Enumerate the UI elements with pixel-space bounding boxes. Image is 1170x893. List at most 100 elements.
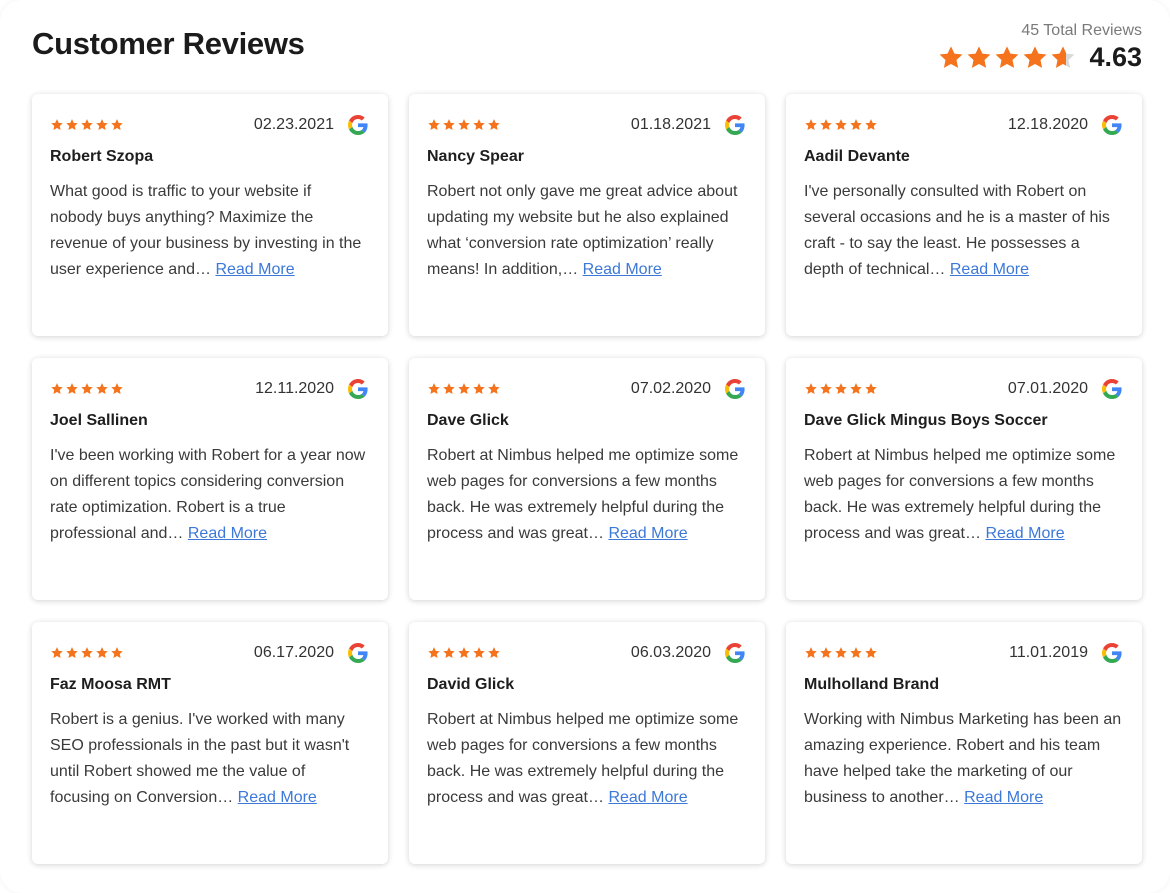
read-more-link[interactable]: Read More [985,525,1064,542]
star-icon [428,647,440,658]
review-card-header: 11.01.2019 [804,640,1122,666]
review-date: 06.17.2020 [253,644,334,661]
review-text: Robert at Nimbus helped me optimize some… [427,707,745,811]
star-icon [81,119,93,130]
star-icon [835,383,847,394]
review-text: I've personally consulted with Robert on… [804,179,1122,283]
google-icon [725,379,745,399]
google-icon [1102,115,1122,135]
star-icon [458,119,470,130]
reviewer-name: Joel Sallinen [50,412,148,429]
review-text-excerpt: Robert at Nimbus helped me optimize some… [804,447,1116,542]
star-icon [820,647,832,658]
star-icon [111,647,123,658]
review-date: 07.02.2020 [630,380,711,397]
read-more-link[interactable]: Read More [188,525,267,542]
read-more-link[interactable]: Read More [964,789,1043,806]
review-card: 11.01.2019 Mulholland Brand Working with… [786,622,1142,864]
star-icon [51,383,63,394]
review-stars [427,382,501,396]
star-icon [805,383,817,394]
google-icon [1102,643,1122,663]
star-icon [865,383,877,394]
read-more-link[interactable]: Read More [608,525,687,542]
review-card: 12.11.2020 Joel Sallinen I've been worki… [32,358,388,600]
star-partial-icon [1052,45,1075,68]
average-star-rating [937,44,1077,72]
review-text: I've been working with Robert for a year… [50,443,368,547]
review-text-excerpt: Working with Nimbus Marketing has been a… [804,711,1122,806]
read-more-link[interactable]: Read More [583,261,662,278]
star-icon [66,647,78,658]
read-more-link[interactable]: Read More [608,789,687,806]
star-icon [805,119,817,130]
star-icon [850,119,862,130]
google-icon [725,115,745,135]
reviewer-name: Nancy Spear [427,148,524,165]
reviews-widget: Customer Reviews 45 Total Reviews 4.63 0… [0,0,1170,893]
star-icon [51,647,63,658]
review-card: 12.18.2020 Aadil Devante I've personally… [786,94,1142,336]
google-icon [348,115,368,135]
review-text-excerpt: Robert at Nimbus helped me optimize some… [427,711,739,806]
star-icon [96,647,108,658]
review-card: 01.18.2021 Nancy Spear Robert not only g… [409,94,765,336]
review-stars [427,118,501,132]
star-icon [458,647,470,658]
read-more-link[interactable]: Read More [215,261,294,278]
star-icon [443,383,455,394]
review-date: 06.03.2020 [630,644,711,661]
reviewer-name: Robert Szopa [50,148,154,165]
star-icon [81,383,93,394]
reviewer-name: David Glick [427,676,515,693]
star-icon [820,119,832,130]
star-icon [473,647,485,658]
review-card-header: 07.01.2020 [804,376,1122,402]
star-icon [473,383,485,394]
star-icon [458,383,470,394]
review-text: Robert at Nimbus helped me optimize some… [427,443,745,547]
star-icon [850,647,862,658]
star-icon [428,383,440,394]
review-card: 07.01.2020 Dave Glick Mingus Boys Soccer… [786,358,1142,600]
review-text-excerpt: What good is traffic to your website if … [50,183,362,278]
average-rating-value: 4.63 [1089,42,1142,72]
review-date: 02.23.2021 [253,116,334,133]
review-card-header: 07.02.2020 [427,376,745,402]
star-icon [96,383,108,394]
read-more-link[interactable]: Read More [950,261,1029,278]
review-text-excerpt: Robert at Nimbus helped me optimize some… [427,447,739,542]
star-icon [805,647,817,658]
star-icon [835,647,847,658]
star-full-icon [940,45,963,68]
review-stars [804,118,878,132]
read-more-link[interactable]: Read More [238,789,317,806]
review-date: 01.18.2021 [630,116,711,133]
review-card: 07.02.2020 Dave Glick Robert at Nimbus h… [409,358,765,600]
star-icon [428,119,440,130]
star-full-icon [968,45,991,68]
star-icon [865,647,877,658]
star-icon [835,119,847,130]
average-rating-row: 4.63 [937,42,1142,73]
page-title: Customer Reviews [32,26,305,61]
star-icon [111,383,123,394]
reviewer-name: Faz Moosa RMT [50,676,171,693]
review-card: 06.17.2020 Faz Moosa RMT Robert is a gen… [32,622,388,864]
star-icon [865,119,877,130]
star-icon [96,119,108,130]
reviewer-name: Dave Glick [427,412,509,429]
review-text: Robert at Nimbus helped me optimize some… [804,443,1122,547]
star-full-icon [996,45,1019,68]
review-text: Working with Nimbus Marketing has been a… [804,707,1122,811]
review-card-header: 02.23.2021 [50,112,368,138]
review-date: 12.18.2020 [1007,116,1088,133]
star-icon [66,119,78,130]
reviewer-name: Dave Glick Mingus Boys Soccer [804,412,1048,429]
review-text: Robert not only gave me great advice abo… [427,179,745,283]
review-card-header: 06.03.2020 [427,640,745,666]
review-stars [804,646,878,660]
google-icon [1102,379,1122,399]
review-stars [50,646,124,660]
reviewer-name: Aadil Devante [804,148,910,165]
